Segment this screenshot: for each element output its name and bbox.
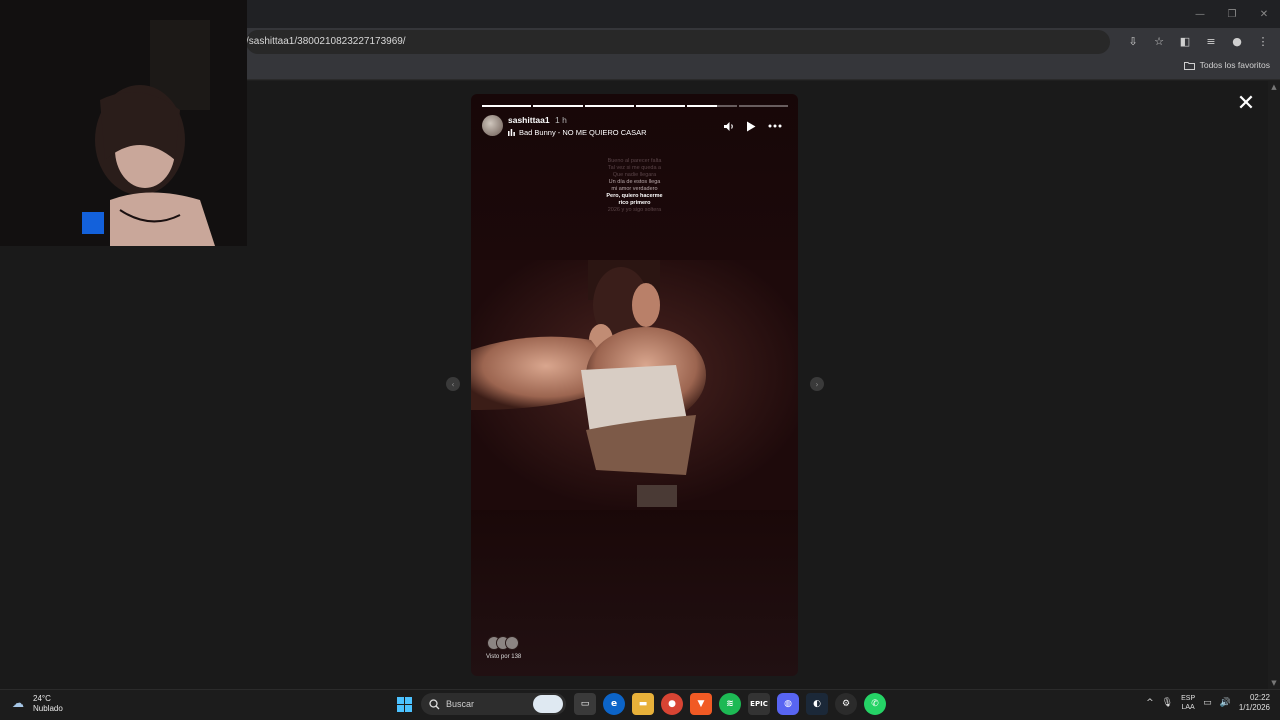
story-music[interactable]: Bad Bunny - NO ME QUIERO CASAR bbox=[508, 128, 647, 137]
clock[interactable]: 02:22 1/1/2026 bbox=[1239, 693, 1270, 713]
story-username[interactable]: sashittaa1 bbox=[508, 115, 550, 125]
all-bookmarks-button[interactable]: Todos los favoritos bbox=[1183, 60, 1270, 70]
weather-desc: Nublado bbox=[33, 704, 63, 713]
weather-widget[interactable]: ☁ 24°C Nublado bbox=[12, 694, 63, 714]
spotify-icon[interactable]: ≋ bbox=[719, 693, 741, 715]
volume-tray-icon[interactable]: 🔊 bbox=[1220, 698, 1231, 708]
microphone-icon[interactable]: 🎙 bbox=[1162, 698, 1173, 708]
search-placeholder: Buscar bbox=[446, 699, 475, 709]
bookmark-star-icon[interactable]: ☆ bbox=[1150, 32, 1168, 50]
equalizer-icon bbox=[508, 129, 515, 136]
chevron-up-icon[interactable]: ^ bbox=[1146, 698, 1154, 708]
install-app-icon[interactable]: ⇩ bbox=[1124, 32, 1142, 50]
search-highlight-image bbox=[533, 695, 563, 713]
scroll-down-icon[interactable]: ▼ bbox=[1270, 679, 1278, 687]
lyric-line: Pero, quiero hacerme bbox=[606, 193, 663, 199]
settings-app-icon[interactable]: ⚙ bbox=[835, 693, 857, 715]
next-story-button[interactable]: › bbox=[810, 377, 824, 391]
whatsapp-icon[interactable]: ✆ bbox=[864, 693, 886, 715]
story-music-label: Bad Bunny - NO ME QUIERO CASAR bbox=[519, 128, 647, 137]
epic-games-icon[interactable]: EPIC bbox=[748, 693, 770, 715]
progress-segment bbox=[635, 105, 686, 107]
lyric-line: Que nadie llegara bbox=[612, 172, 657, 178]
clock-time: 02:22 bbox=[1249, 693, 1270, 702]
taskbar-search[interactable]: Buscar bbox=[421, 693, 566, 715]
viewers-count-label[interactable]: Visto por 138 bbox=[486, 654, 521, 660]
media-control-icon[interactable]: ≡ bbox=[1202, 32, 1220, 50]
lang-code: ESP bbox=[1181, 695, 1196, 702]
extensions-icon[interactable]: ◧ bbox=[1176, 32, 1194, 50]
lyric-line: Bueno al parecer falta bbox=[607, 158, 662, 164]
volume-icon[interactable] bbox=[722, 119, 736, 133]
address-bar-url[interactable]: /sashittaa1/3800210823227173969/ bbox=[246, 36, 406, 47]
close-window-button[interactable]: ✕ bbox=[1248, 0, 1280, 28]
webcam-overlay bbox=[0, 0, 247, 246]
folder-icon bbox=[1183, 61, 1195, 70]
toolbar-icons: ⇩ ☆ ◧ ≡ ● ⋮ bbox=[1124, 32, 1272, 50]
page-scrollbar[interactable]: ▲ ▼ bbox=[1268, 81, 1280, 689]
progress-segment bbox=[533, 105, 583, 107]
maximize-button[interactable]: ❐ bbox=[1216, 0, 1248, 28]
scroll-up-icon[interactable]: ▲ bbox=[1270, 83, 1278, 91]
progress-segment bbox=[738, 105, 788, 107]
profile-avatar[interactable]: ● bbox=[1228, 32, 1246, 50]
lyric-line: mi amor verdadero bbox=[611, 186, 658, 192]
avatar[interactable] bbox=[482, 115, 503, 136]
more-menu-icon[interactable]: ⋮ bbox=[1254, 32, 1272, 50]
weather-temp: 24°C bbox=[33, 694, 51, 703]
play-icon[interactable] bbox=[744, 119, 758, 133]
lang-layout: LAA bbox=[1181, 704, 1195, 711]
more-options-icon[interactable] bbox=[767, 119, 783, 133]
viewer-avatar bbox=[505, 636, 519, 650]
lyric-line: rico primero bbox=[618, 200, 651, 206]
brave-icon[interactable]: ▼ bbox=[690, 693, 712, 715]
progress-segment bbox=[687, 105, 737, 107]
language-indicator[interactable]: ESP LAA bbox=[1181, 694, 1195, 712]
story-progress-bar bbox=[482, 105, 788, 107]
start-button[interactable] bbox=[397, 697, 412, 712]
close-story-button[interactable]: ✕ bbox=[1236, 93, 1256, 115]
task-view-icon[interactable]: ▭ bbox=[574, 693, 596, 715]
file-explorer-icon[interactable]: ▬ bbox=[632, 693, 654, 715]
minimize-button[interactable]: — bbox=[1184, 0, 1216, 28]
story-viewer[interactable]: sashittaa1 1 h Bad Bunny - NO ME QUIERO … bbox=[471, 94, 798, 676]
story-photo bbox=[471, 260, 798, 510]
search-icon bbox=[429, 698, 440, 709]
window-controls: — ❐ ✕ bbox=[1184, 0, 1280, 28]
cloud-icon: ☁ bbox=[12, 696, 24, 710]
lyric-line: 2026 y yo sigo soltera bbox=[607, 207, 662, 213]
system-tray: ^ 🎙 ESP LAA ▭ 🔊 02:22 1/1/2026 bbox=[1146, 693, 1270, 713]
story-lyrics: Bueno al parecer falta Tal vez si me qued… bbox=[471, 158, 798, 214]
lyric-line: Tal vez si me queda a bbox=[607, 165, 662, 171]
taskbar-apps: ▭ e ▬ ● ▼ ≋ EPIC ◍ ◐ ⚙ ✆ bbox=[574, 693, 886, 715]
chrome-icon[interactable]: ● bbox=[661, 693, 683, 715]
steam-icon[interactable]: ◐ bbox=[806, 693, 828, 715]
lyric-line: Un día de estos llega bbox=[608, 179, 661, 185]
network-icon[interactable]: ▭ bbox=[1203, 698, 1212, 708]
previous-story-button[interactable]: ‹ bbox=[446, 377, 460, 391]
all-bookmarks-label: Todos los favoritos bbox=[1199, 60, 1270, 70]
clock-date: 1/1/2026 bbox=[1238, 703, 1270, 712]
progress-segment bbox=[584, 105, 634, 107]
webcam-image bbox=[0, 0, 247, 246]
progress-segment bbox=[482, 105, 532, 107]
edge-icon[interactable]: e bbox=[603, 693, 625, 715]
discord-icon[interactable]: ◍ bbox=[777, 693, 799, 715]
story-time-ago: 1 h bbox=[555, 115, 567, 125]
